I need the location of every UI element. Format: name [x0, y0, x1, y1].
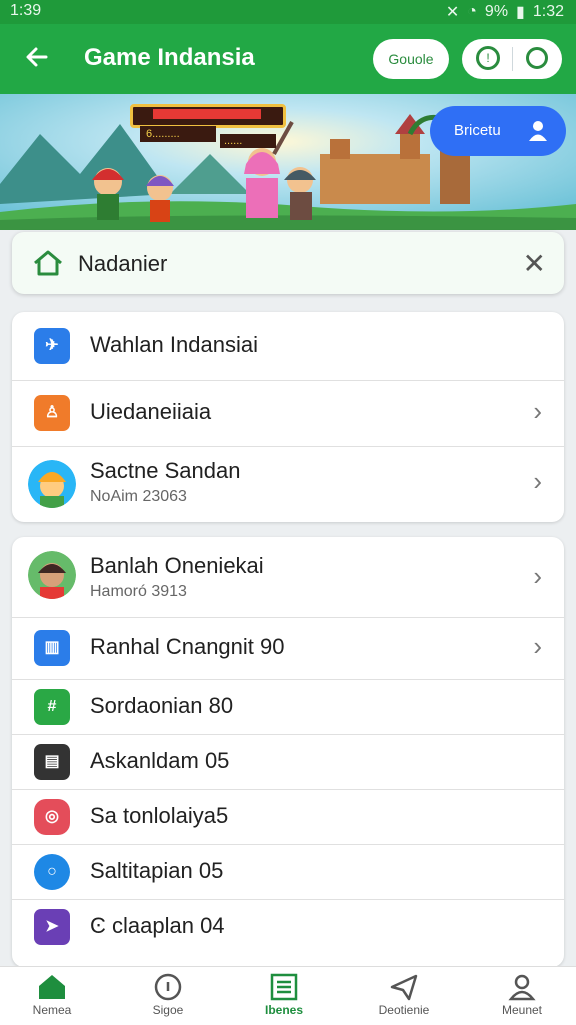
app-bar: Game Indansia Gouole !	[0, 24, 576, 94]
health-bar	[130, 104, 286, 128]
pill-divider	[512, 47, 513, 71]
list-item-label: Ͼ claaplan 04	[90, 913, 225, 938]
page-title: Game Indansia	[84, 44, 255, 71]
tab-label: Ibenes	[264, 1003, 303, 1017]
list-item-label: Banlah Oneniekai	[90, 553, 264, 578]
user-icon	[529, 121, 547, 141]
list-item-label: Askanldam 05	[90, 748, 230, 773]
tab-sigoe[interactable]: Sigoe	[120, 973, 216, 1017]
list-item-label: Sactne Sandan	[90, 458, 241, 483]
status-time: 1:39	[10, 2, 42, 19]
list-item-label: Ranhal Cnangnit 90	[90, 634, 285, 659]
avatar	[28, 460, 76, 508]
tab-label: Meunet	[501, 1003, 543, 1017]
tab-label: Nemea	[32, 1003, 72, 1017]
search-text: Nadanier	[78, 251, 168, 276]
lock-icon[interactable]: !	[476, 46, 500, 70]
list-item[interactable]: Banlah Oneniekai Hamoró 3913 ›	[12, 537, 564, 618]
ring-icon: ○	[34, 854, 70, 890]
chevron-right-icon: ›	[533, 561, 542, 591]
list-item-sub: Hamoró 3913	[90, 583, 187, 600]
list-icon	[270, 973, 298, 1001]
signal-icon: ✕	[445, 4, 460, 21]
camera-icon: ◎	[34, 799, 70, 835]
list-item-label: Sa tonlolaiya5	[90, 803, 229, 828]
chat-bubble-button[interactable]: Bricetu	[430, 106, 566, 156]
chevron-right-icon: ›	[533, 631, 542, 661]
battery-icon: ▮	[516, 4, 525, 21]
list-item[interactable]: Sactne Sandan NoAim 23063 ›	[12, 446, 564, 522]
game-banner[interactable]: 6......... ...... Bricetu	[0, 94, 576, 230]
tab-label: Deotienie	[378, 1003, 430, 1017]
list-item[interactable]: ○ Saltitapian 05	[12, 844, 564, 900]
grid-icon: #	[34, 689, 70, 725]
list-item[interactable]: ▤ Askanldam 05	[12, 734, 564, 790]
list-item[interactable]: ▥ Ranhal Cnangnit 90 ›	[12, 617, 564, 680]
tab-deotienie[interactable]: Deotienie	[356, 973, 452, 1017]
wifi-icon: ◔	[467, 3, 477, 20]
hud-counter: 6.........	[140, 126, 216, 142]
chart-icon: ▥	[34, 630, 70, 666]
tile-icon: ▤	[34, 744, 70, 780]
hud-value: ......	[220, 134, 276, 148]
list-item[interactable]: ➤ Ͼ claaplan 04	[12, 899, 564, 954]
record-icon[interactable]	[526, 47, 548, 69]
chat-bubble-label: Bricetu	[454, 122, 501, 139]
list-item-sub: NoAim 23063	[90, 488, 187, 505]
tab-meunet[interactable]: Meunet	[474, 973, 570, 1017]
list-item-label: Uiedaneiiaia	[90, 399, 212, 424]
home-icon	[39, 975, 65, 999]
plane-icon: ✈	[34, 328, 70, 364]
tab-label: Sigoe	[152, 1003, 184, 1017]
tab-home[interactable]: Nemea	[4, 973, 100, 1017]
person-icon: ♙	[34, 395, 70, 431]
list-item-label: Sordaonian 80	[90, 693, 234, 718]
bottom-tab-bar: Nemea Sigoe Ibenes Deotienie Meunet	[0, 966, 576, 1025]
list-item[interactable]: ✈ Wahlan Indansiai	[12, 312, 564, 381]
close-icon[interactable]: ✕	[523, 247, 546, 280]
tab-ibenes[interactable]: Ibenes	[236, 973, 332, 1017]
list-item-label: Saltitapian 05	[90, 858, 224, 883]
status-bar: 1:39 ✕ ◔ 9% ▮ 1:32	[0, 0, 576, 24]
status-icons: ✕ ◔ 9% ▮ 1:32	[446, 2, 564, 22]
status-clock: 1:32	[532, 3, 564, 20]
send-icon: ➤	[34, 909, 70, 945]
battery-percent: 9%	[484, 3, 509, 20]
info-circle-icon	[154, 973, 182, 1001]
home-outline-icon	[34, 250, 62, 276]
google-pill-button[interactable]: Gouole	[373, 39, 449, 79]
search-card[interactable]: Nadanier ✕	[12, 232, 564, 294]
action-pill: !	[462, 39, 562, 79]
profile-icon	[508, 974, 536, 1001]
health-fill	[153, 109, 261, 119]
avatar	[28, 551, 76, 599]
send-outline-icon	[390, 974, 418, 1001]
list-item-label: Wahlan Indansiai	[90, 332, 258, 357]
menu-card-1: ✈ Wahlan Indansiai ♙ Uiedaneiiaia › Sact…	[12, 312, 564, 522]
back-arrow-icon[interactable]	[22, 42, 52, 72]
chevron-right-icon: ›	[533, 396, 542, 426]
list-item[interactable]: # Sordaonian 80	[12, 679, 564, 735]
chevron-right-icon: ›	[533, 466, 542, 496]
list-item[interactable]: ♙ Uiedaneiiaia ›	[12, 380, 564, 447]
list-item[interactable]: ◎ Sa tonlolaiya5	[12, 789, 564, 845]
menu-card-2: Banlah Oneniekai Hamoró 3913 › ▥ Ranhal …	[12, 537, 564, 967]
